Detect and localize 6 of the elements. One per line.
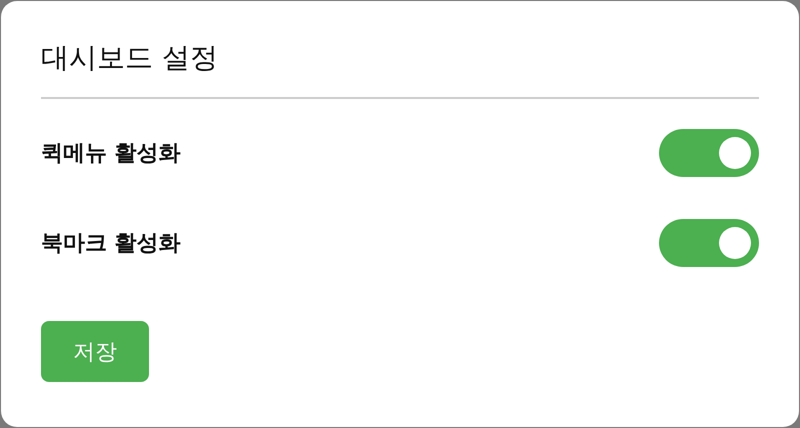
dialog-title: 대시보드 설정: [41, 39, 759, 99]
toggle-switch[interactable]: [659, 219, 759, 267]
toggle-switch[interactable]: [659, 129, 759, 177]
setting-label: 북마크 활성화: [41, 230, 181, 258]
save-button[interactable]: 저장: [41, 321, 149, 382]
setting-label: 퀵메뉴 활성화: [41, 140, 181, 168]
